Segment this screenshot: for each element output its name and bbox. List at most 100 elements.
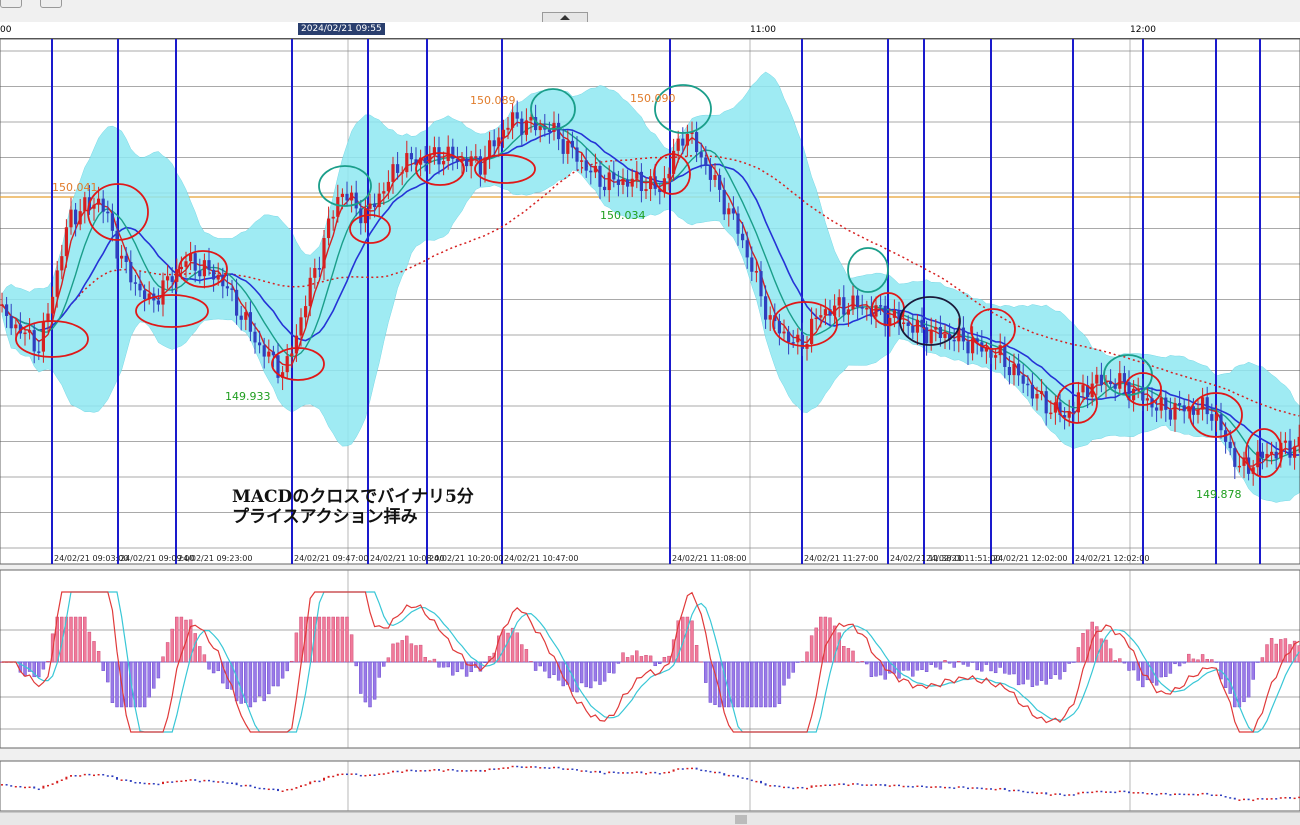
mini-candle xyxy=(263,787,266,790)
mini-candle xyxy=(658,773,661,775)
candle-body xyxy=(1076,392,1080,413)
macd-histogram-bar xyxy=(1021,661,1025,685)
candle-body xyxy=(294,335,298,354)
mini-candle xyxy=(589,771,592,773)
macd-histogram-bar xyxy=(207,661,211,670)
candle-body xyxy=(616,179,620,185)
macd-histogram-bar xyxy=(262,661,266,702)
macd-histogram-bar xyxy=(317,616,322,663)
mini-candle xyxy=(1187,793,1190,796)
mini-candle xyxy=(792,787,795,790)
candle-body xyxy=(952,339,956,342)
mini-candle xyxy=(1270,798,1273,800)
mini-candle xyxy=(801,786,804,789)
mini-candle xyxy=(37,788,40,791)
candle-body xyxy=(1155,407,1159,411)
mini-candle xyxy=(493,768,496,770)
mini-candle xyxy=(88,773,91,776)
mini-candle xyxy=(511,765,514,768)
mini-candle xyxy=(465,770,468,772)
mini-candle xyxy=(553,766,555,769)
mini-candle xyxy=(865,784,868,786)
mini-candle xyxy=(888,785,891,787)
mini-candle xyxy=(470,769,473,772)
macd-histogram-bar xyxy=(1127,661,1131,671)
mini-candle xyxy=(902,785,905,788)
chart-canvas[interactable]: 150.041 150.089 150.090 150.034 149.933 149.8… xyxy=(0,39,1300,812)
mini-candle xyxy=(410,769,413,772)
macd-histogram-bar xyxy=(547,661,552,679)
macd-histogram-bar xyxy=(326,616,331,663)
macd-histogram-bar xyxy=(1007,661,1012,675)
time-label-1200: 12:00 xyxy=(1130,25,1156,35)
candle-body xyxy=(327,218,331,239)
mini-candle xyxy=(106,775,109,777)
refresh-icon[interactable] xyxy=(40,0,62,8)
macd-histogram-bar xyxy=(1187,653,1191,663)
mini-candle xyxy=(1229,797,1232,799)
candle-body xyxy=(373,203,377,208)
mini-candle xyxy=(313,780,316,783)
mini-candle xyxy=(134,781,137,784)
mini-candle xyxy=(957,786,960,788)
macd-histogram-bar xyxy=(69,616,73,663)
macd-histogram-bar xyxy=(441,661,446,668)
mini-candle xyxy=(1008,790,1011,792)
mini-candle xyxy=(672,769,675,772)
mini-candle xyxy=(231,782,233,785)
annotation-line2: プライスアクション拝み xyxy=(232,506,418,527)
macd-histogram-bar xyxy=(1228,661,1232,694)
mini-candle xyxy=(1183,793,1186,796)
mini-candle xyxy=(1169,794,1172,796)
macd-histogram-bar xyxy=(630,655,634,663)
macd-histogram-bar xyxy=(142,661,147,708)
mini-candle xyxy=(51,783,54,785)
candle-body xyxy=(1159,397,1163,411)
vline-timestamp: 24/02/21 12:02:00 xyxy=(1075,554,1149,563)
mini-candle xyxy=(1123,790,1126,793)
macd-histogram-bar xyxy=(529,661,533,663)
mini-candle xyxy=(116,777,118,780)
mini-candle xyxy=(1261,798,1264,800)
candle-body xyxy=(621,179,625,185)
mini-candle xyxy=(925,786,928,788)
macd-histogram-bar xyxy=(101,661,105,671)
mini-candle xyxy=(451,769,454,771)
mini-candle xyxy=(125,779,128,781)
mini-candle xyxy=(433,769,436,771)
candle-body xyxy=(69,209,73,228)
candle-body xyxy=(566,140,570,154)
horizontal-scrollbar[interactable] xyxy=(0,812,1300,825)
mini-candle xyxy=(143,782,146,785)
mini-candle xyxy=(33,786,36,789)
macd-histogram-bar xyxy=(920,661,924,670)
mini-candle xyxy=(162,781,164,785)
mini-candle xyxy=(741,777,744,779)
mini-candle xyxy=(419,770,422,772)
candle-body xyxy=(552,122,556,132)
mini-candle xyxy=(364,774,367,777)
mini-candle xyxy=(1160,792,1163,795)
mini-candle xyxy=(1114,791,1117,794)
macd-histogram-bar xyxy=(791,661,795,673)
candle-body xyxy=(612,172,616,180)
candle-body xyxy=(823,309,827,316)
mini-candle xyxy=(645,773,647,775)
mini-candle xyxy=(1059,793,1061,795)
candle-body xyxy=(925,327,929,344)
candle-body xyxy=(216,274,220,280)
mini-candle xyxy=(948,786,951,789)
mini-candle xyxy=(461,770,463,772)
scroll-thumb[interactable] xyxy=(735,815,747,824)
macd-histogram-bar xyxy=(418,644,423,663)
vline-timestamp: 24/02/21 09:03:00 xyxy=(54,554,128,563)
mini-candle xyxy=(497,768,500,770)
mini-candle xyxy=(70,775,72,777)
annotation-line1: MACDのクロスでバイナリ5分 xyxy=(232,487,474,507)
toolbar-button[interactable] xyxy=(0,0,22,8)
macd-histogram-bar xyxy=(865,661,869,665)
macd-histogram-bar xyxy=(524,649,529,663)
mini-candle xyxy=(714,771,716,774)
macd-histogram-bar xyxy=(198,646,202,663)
candle-body xyxy=(626,179,630,187)
